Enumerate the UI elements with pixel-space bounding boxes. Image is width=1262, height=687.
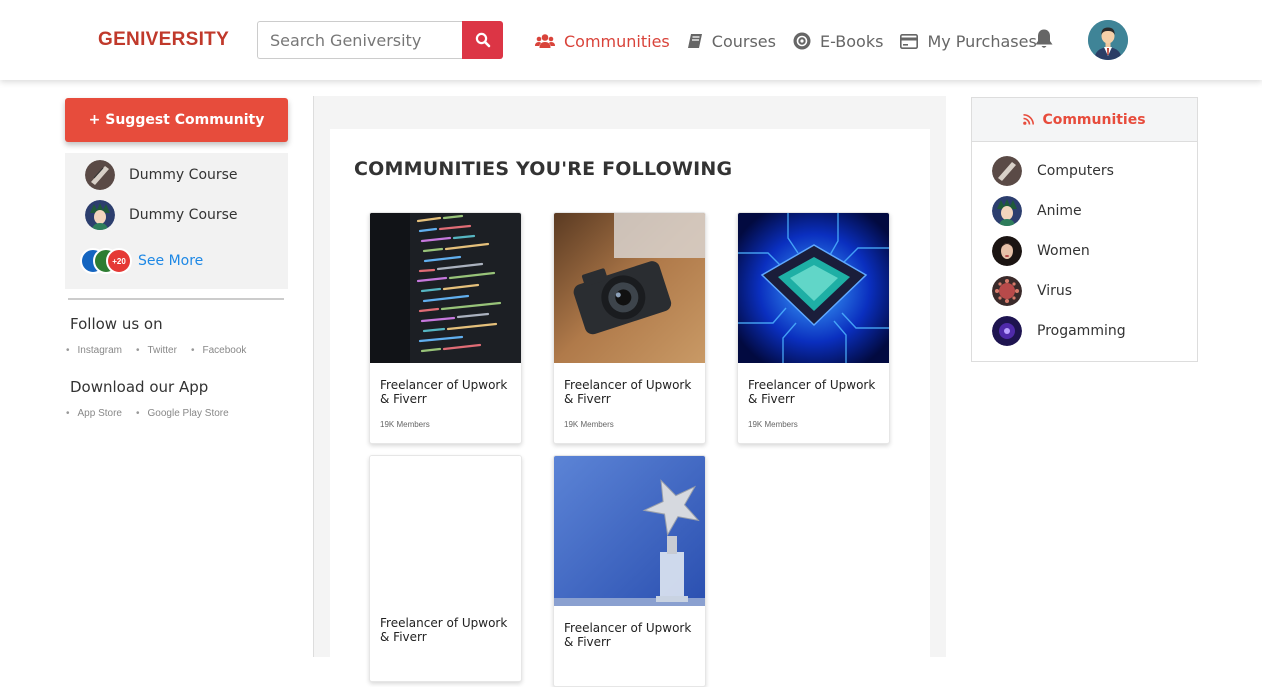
- camera-image: [554, 213, 705, 363]
- nav-ebooks-label: E-Books: [819, 31, 884, 51]
- community-card[interactable]: Freelancer of Upwork & Fiverr: [553, 455, 706, 687]
- community-item-computers[interactable]: Computers: [992, 156, 1114, 186]
- site-logo[interactable]: GENIVERSITY: [98, 29, 229, 51]
- bell-icon: [1035, 29, 1053, 48]
- nav-my-purchases-label: My Purchases: [927, 31, 1037, 51]
- search-icon: [475, 32, 490, 48]
- community-members: 19K Members: [748, 420, 798, 429]
- main-nav: Communities Courses E-Books My Purchases: [535, 30, 1054, 52]
- search-input[interactable]: [257, 21, 462, 59]
- community-members: 19K Members: [380, 420, 430, 429]
- chip-image: [738, 213, 889, 363]
- google-play-link[interactable]: Google Play Store: [136, 408, 229, 419]
- programming-avatar-icon: [992, 316, 1022, 346]
- community-name: Freelancer of Upwork & Fiverr: [564, 378, 692, 406]
- community-item-anime[interactable]: Anime: [992, 196, 1082, 226]
- nav-communities-label: Communities: [564, 31, 670, 51]
- community-item-label: Progamming: [1037, 323, 1126, 339]
- user-avatar-icon: [1088, 20, 1128, 60]
- facebook-link[interactable]: Facebook: [191, 345, 246, 356]
- notifications-button[interactable]: [1034, 28, 1054, 55]
- community-item-women[interactable]: Women: [992, 236, 1090, 266]
- communities-panel: Communities Computers Anime Women Virus …: [971, 97, 1198, 362]
- community-item-label: Virus: [1037, 283, 1073, 299]
- see-more-row: +20 See More: [80, 248, 203, 274]
- nav-my-purchases[interactable]: My Purchases: [900, 30, 1037, 52]
- top-header: GENIVERSITY Communities: [0, 0, 1262, 80]
- credit-card-icon: [900, 33, 919, 49]
- community-card[interactable]: Freelancer of Upwork & Fiverr: [369, 455, 522, 682]
- page-title: COMMUNITIES YOU'RE FOLLOWING: [354, 158, 733, 180]
- download-app-heading: Download our App: [70, 378, 209, 396]
- community-item-label: Anime: [1037, 203, 1082, 219]
- anime-avatar-icon: [992, 196, 1022, 226]
- book-icon: [687, 33, 703, 49]
- community-members: [554, 655, 705, 686]
- rss-icon: [1023, 114, 1035, 125]
- course-avatar-icon: [85, 200, 115, 230]
- community-members: [370, 650, 521, 681]
- user-avatar[interactable]: [1088, 20, 1128, 60]
- community-item-progamming[interactable]: Progamming: [992, 316, 1126, 346]
- course-label: Dummy Course: [129, 167, 238, 183]
- community-name: Freelancer of Upwork & Fiverr: [564, 621, 692, 649]
- search-button[interactable]: [462, 21, 503, 59]
- nav-courses-label: Courses: [711, 31, 776, 51]
- sidebar-divider: [68, 298, 284, 300]
- see-more-link[interactable]: See More: [138, 253, 203, 269]
- communities-panel-title: Communities: [1042, 111, 1146, 128]
- community-item-label: Women: [1037, 243, 1090, 259]
- community-members: 19K Members: [564, 420, 614, 429]
- women-avatar-icon: [992, 236, 1022, 266]
- trophy-image: [554, 456, 705, 606]
- course-item[interactable]: Dummy Course: [85, 200, 238, 230]
- computers-avatar-icon: [992, 156, 1022, 186]
- social-links: Instagram Twitter Facebook: [66, 345, 260, 356]
- app-links: App Store Google Play Store: [66, 408, 243, 419]
- nav-communities[interactable]: Communities: [535, 30, 670, 52]
- community-card[interactable]: Freelancer of Upwork & Fiverr 19K Member…: [553, 212, 706, 444]
- course-item[interactable]: Dummy Course: [85, 160, 238, 190]
- users-icon: [535, 33, 555, 49]
- ebook-icon: [793, 32, 811, 50]
- more-count: +20: [112, 256, 126, 266]
- nav-ebooks[interactable]: E-Books: [793, 30, 883, 52]
- twitter-link[interactable]: Twitter: [136, 345, 177, 356]
- course-avatar-icon: [85, 160, 115, 190]
- more-count-badge: +20: [106, 248, 132, 274]
- code-screen-image: [370, 213, 521, 363]
- community-name: Freelancer of Upwork & Fiverr: [380, 378, 508, 406]
- instagram-link[interactable]: Instagram: [66, 345, 122, 356]
- suggest-community-button[interactable]: + Suggest Community: [65, 98, 288, 142]
- community-card[interactable]: Freelancer of Upwork & Fiverr 19K Member…: [369, 212, 522, 444]
- blank-image: [370, 456, 521, 606]
- community-name: Freelancer of Upwork & Fiverr: [748, 378, 876, 406]
- community-card[interactable]: Freelancer of Upwork & Fiverr 19K Member…: [737, 212, 890, 444]
- communities-panel-header: Communities: [972, 98, 1197, 142]
- search-bar: [257, 21, 503, 59]
- community-item-label: Computers: [1037, 163, 1114, 179]
- course-list: Dummy Course Dummy Course +20 See More: [65, 153, 288, 289]
- community-item-virus[interactable]: Virus: [992, 276, 1072, 306]
- follow-us-heading: Follow us on: [70, 315, 163, 333]
- nav-courses[interactable]: Courses: [687, 30, 776, 52]
- app-store-link[interactable]: App Store: [66, 408, 122, 419]
- main-content: COMMUNITIES YOU'RE FOLLOWING Freelancer …: [330, 129, 930, 687]
- virus-avatar-icon: [992, 276, 1022, 306]
- course-label: Dummy Course: [129, 207, 238, 223]
- community-name: Freelancer of Upwork & Fiverr: [380, 616, 508, 644]
